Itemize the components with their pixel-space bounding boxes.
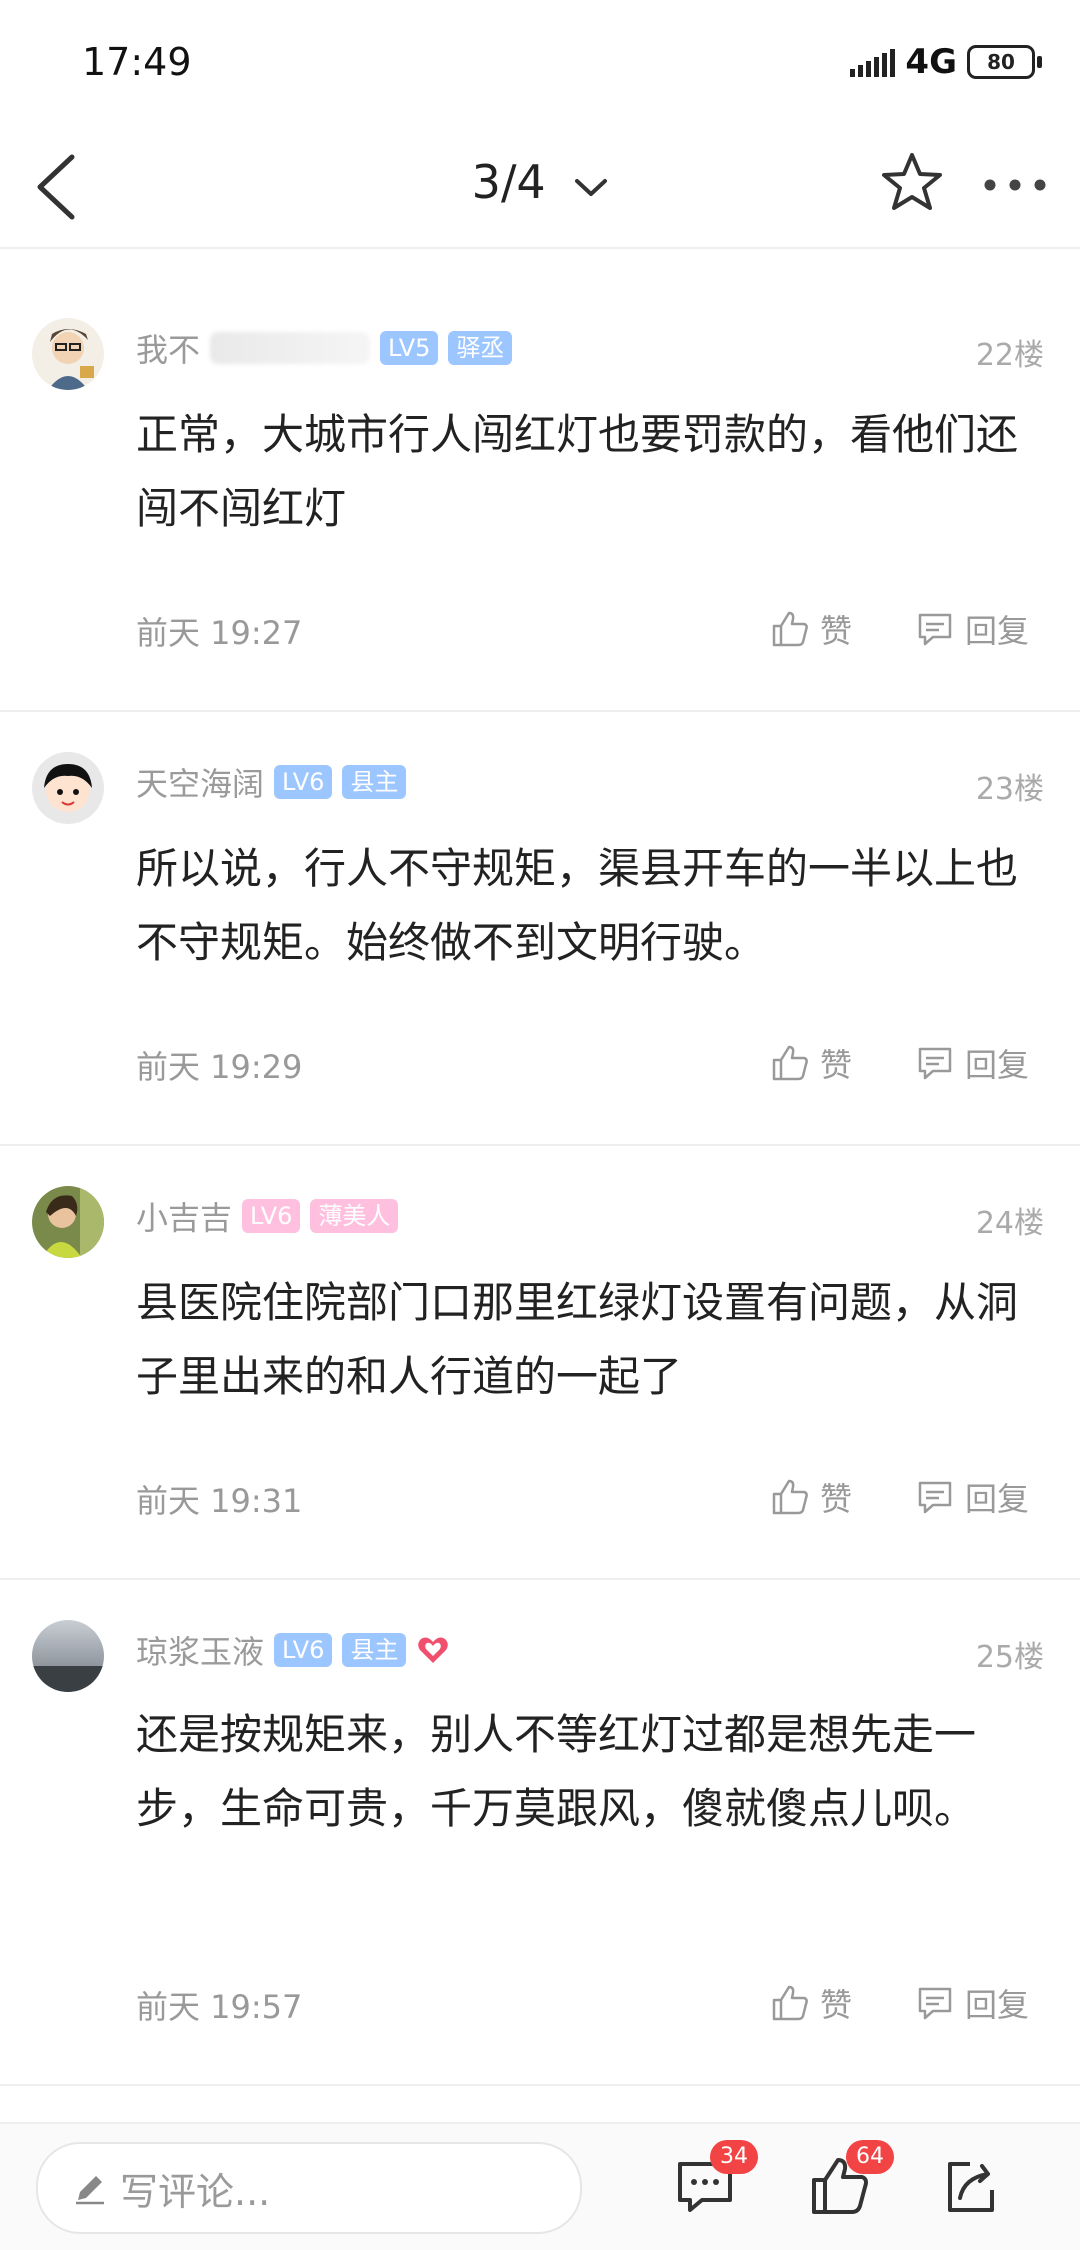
username[interactable]: 天空海阔 [136,759,264,805]
like-label: 赞 [820,1986,853,2024]
avatar[interactable] [32,1620,104,1692]
comment-input[interactable]: 写评论... [36,2142,582,2234]
comment-text: 还是按规矩来，别人不等红灯过都是想先走一步，生命可贵，千万莫跟风，傻就傻点儿呗。 [136,1710,977,1833]
nav-bar: 3/4 [0,125,1080,249]
floor-number: 25楼 [975,1640,1044,1675]
level-badge: LV5 [380,331,439,365]
comments-button[interactable]: 34 [674,2140,758,2218]
reply-button[interactable]: 回复 [915,1040,1029,1086]
avatar[interactable] [32,1186,104,1258]
title-badge: 驿丞 [448,331,513,365]
like-button[interactable]: 赞 [770,1040,852,1086]
more-icon [984,179,1046,191]
reply-icon [918,1987,952,2020]
status-time: 17:49 [82,40,192,84]
avatar[interactable] [32,318,104,390]
thumbs-up-icon [772,1479,808,1515]
signal-icon [850,47,896,77]
like-button[interactable]: 赞 [770,1980,852,2026]
battery-icon: 80 [967,45,1035,79]
username[interactable]: 小吉吉 [136,1193,232,1239]
comment-time: 前天 19:31 [136,1482,303,1520]
reply-label: 回复 [965,1986,1030,2024]
comment-item: 天空海阔 LV6 县主 23楼 所以说，行人不守规矩，渠县开车的一半以上也不守规… [0,712,1080,1146]
floor-number: 22楼 [975,338,1044,373]
title-badge: 县主 [342,1633,407,1667]
level-badge: LV6 [242,1199,301,1233]
chevron-down-icon [574,155,608,209]
comment-text: 县医院住院部门口那里红绿灯设置有问题，从洞子里出来的和人行道的一起了 [136,1278,1019,1401]
comment-time: 前天 19:27 [136,614,303,652]
comment-item: 小吉吉 LV6 薄美人 24楼 县医院住院部门口那里红绿灯设置有问题，从洞子里出… [0,1146,1080,1580]
thumbs-up-icon [772,611,808,647]
status-right: 4G 80 [850,42,1042,82]
level-badge: LV6 [274,1633,333,1667]
comment-item: 琼浆玉液 LV6 县主 25楼 还是按规矩来，别人不等红灯过都是想先走一步，生命… [0,1580,1080,2086]
reply-label: 回复 [965,1480,1030,1518]
comment-text: 正常，大城市行人闯红灯也要罚款的，看他们还闯不闯红灯 [136,410,1019,533]
comment-time: 前天 19:29 [136,1048,303,1086]
comment-item: 我不 LV5 驿丞 22楼 正常，大城市行人闯红灯也要罚款的，看他们还闯不闯红灯… [0,278,1080,712]
status-bar: 17:49 4G 80 [0,0,1080,125]
title-badge: 薄美人 [310,1199,399,1233]
pencil-icon [76,2176,104,2205]
like-count-badge: 64 [846,2140,894,2174]
share-button[interactable] [940,2154,1004,2218]
comment-text: 所以说，行人不守规矩，渠县开车的一半以上也不守规矩。始终做不到文明行驶。 [136,844,1019,967]
share-icon [948,2162,994,2212]
bottom-bar: 写评论... 34 64 [0,2122,1080,2250]
more-button[interactable] [980,175,1050,195]
user-info: 天空海阔 LV6 县主 [136,759,407,805]
like-button[interactable]: 赞 [770,606,852,652]
page-indicator: 3/4 [471,155,546,209]
battery-level: 80 [987,50,1015,74]
thumbs-up-icon [772,1045,808,1081]
like-button[interactable]: 赞 [770,1474,852,1520]
comment-time: 前天 19:57 [136,1988,303,2026]
username[interactable]: 琼浆玉液 [136,1627,264,1673]
thumbs-up-icon [772,1985,808,2021]
username[interactable]: 我不 [136,325,200,371]
favorite-button[interactable] [878,149,946,217]
level-badge: LV6 [274,765,333,799]
floor-number: 24楼 [975,1206,1044,1241]
reply-button[interactable]: 回复 [915,1474,1029,1520]
star-icon [882,153,942,210]
like-label: 赞 [820,612,853,650]
floor-number: 23楼 [975,772,1044,807]
user-info: 我不 LV5 驿丞 [136,325,513,371]
blurred-username [210,332,371,364]
avatar[interactable] [32,752,104,824]
reply-label: 回复 [965,1046,1030,1084]
reply-icon [918,613,952,646]
reply-button[interactable]: 回复 [915,606,1029,652]
heart-icon [418,1637,449,1663]
battery-tip [1037,56,1042,68]
reply-label: 回复 [965,612,1030,650]
comment-placeholder: 写评论... [120,2169,271,2214]
reply-button[interactable]: 回复 [915,1980,1029,2026]
like-label: 赞 [820,1046,853,1084]
user-info: 小吉吉 LV6 薄美人 [136,1193,399,1239]
network-type: 4G [905,42,957,82]
reply-icon [918,1047,952,1080]
reply-icon [918,1481,952,1514]
title-badge: 县主 [342,765,407,799]
user-info: 琼浆玉液 LV6 县主 [136,1627,450,1673]
like-label: 赞 [820,1480,853,1518]
like-post-button[interactable]: 64 [808,2140,894,2218]
comment-count-badge: 34 [710,2140,758,2174]
